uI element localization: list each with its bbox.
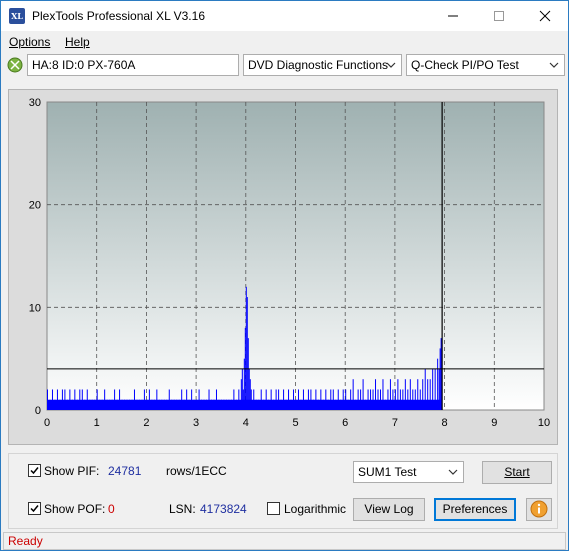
baseline-bar xyxy=(47,399,443,410)
x-tick-label: 7 xyxy=(392,417,398,429)
show-pif-label: Show PIF: xyxy=(44,464,100,478)
x-tick-label: 9 xyxy=(491,417,497,429)
data-bar xyxy=(440,338,442,410)
controls-panel: Show PIF: 24781 rows/1ECC SUM1 Test Star… xyxy=(8,453,558,529)
minimize-button[interactable] xyxy=(430,1,476,31)
maximize-button[interactable] xyxy=(476,1,522,31)
pif-unit: rows/1ECC xyxy=(166,464,227,478)
y-tick-label: 20 xyxy=(29,200,41,212)
pof-value: 0 xyxy=(108,502,115,516)
chart-panel: 0 1 2 3 4 5 6 7 8 9 10 0 10 20 30 xyxy=(8,89,558,445)
menu-help-label: Help xyxy=(65,35,90,49)
lsn-value: 4173824 xyxy=(200,502,247,516)
window-title: PlexTools Professional XL V3.16 xyxy=(32,9,205,23)
pi-po-chart: 0 1 2 3 4 5 6 7 8 9 10 0 10 20 30 xyxy=(29,97,550,429)
x-tick-label: 0 xyxy=(44,417,50,429)
preferences-button[interactable]: Preferences xyxy=(434,498,516,521)
menu-bar: Options Help xyxy=(1,32,568,52)
function-select[interactable]: DVD Diagnostic Functions xyxy=(243,54,402,76)
function-select-value: DVD Diagnostic Functions xyxy=(248,58,389,72)
logarithmic-checkbox[interactable] xyxy=(267,502,280,515)
y-tick-label: 30 xyxy=(29,97,41,109)
data-bar xyxy=(245,286,247,410)
show-pof-label: Show POF: xyxy=(44,502,106,516)
data-bar xyxy=(246,297,248,410)
pif-value: 24781 xyxy=(108,464,142,478)
view-log-button-label: View Log xyxy=(364,502,414,516)
sum-test-select-value: SUM1 Test xyxy=(358,465,417,479)
x-tick-label: 5 xyxy=(292,417,298,429)
x-tick-label: 8 xyxy=(442,417,448,429)
app-window: XL PlexTools Professional XL V3.16 Optio… xyxy=(0,0,569,551)
test-select-value: Q-Check PI/PO Test xyxy=(411,58,519,72)
start-button[interactable]: Start xyxy=(482,461,552,484)
info-button[interactable] xyxy=(526,498,552,521)
info-icon xyxy=(530,500,548,518)
lsn-label: LSN: xyxy=(169,502,196,516)
menu-options[interactable]: Options xyxy=(9,35,50,49)
data-bar xyxy=(247,338,249,410)
chevron-down-icon xyxy=(549,62,559,68)
y-tick-label: 0 xyxy=(35,405,41,417)
preferences-button-label: Preferences xyxy=(442,502,508,516)
menu-help[interactable]: Help xyxy=(65,35,90,49)
status-text: Ready xyxy=(8,534,43,548)
checkmark-icon xyxy=(30,505,39,513)
test-select[interactable]: Q-Check PI/PO Test xyxy=(406,54,565,76)
drive-select[interactable]: HA:8 ID:0 PX-760A xyxy=(27,54,239,76)
x-tick-label: 6 xyxy=(342,417,348,429)
x-tick-label: 10 xyxy=(538,417,550,429)
toolbar: HA:8 ID:0 PX-760A DVD Diagnostic Functio… xyxy=(1,54,568,80)
x-tick-label: 3 xyxy=(193,417,199,429)
app-logo-icon: XL xyxy=(9,8,25,24)
checkmark-icon xyxy=(30,467,39,475)
maximize-icon xyxy=(494,11,504,21)
sum-test-select[interactable]: SUM1 Test xyxy=(353,461,464,483)
start-button-label: Start xyxy=(504,465,530,479)
x-tick-label: 1 xyxy=(94,417,100,429)
x-tick-label: 2 xyxy=(143,417,149,429)
logarithmic-label: Logarithmic xyxy=(284,502,347,516)
title-bar: XL PlexTools Professional XL V3.16 xyxy=(1,1,568,31)
menu-options-label: Options xyxy=(9,35,51,49)
minimize-icon xyxy=(448,15,458,17)
chevron-down-icon xyxy=(448,469,458,475)
x-tick-label: 4 xyxy=(243,417,249,429)
show-pof-checkbox[interactable] xyxy=(28,502,41,515)
y-tick-label: 10 xyxy=(29,302,41,314)
close-button[interactable] xyxy=(522,1,568,31)
view-log-button[interactable]: View Log xyxy=(353,498,425,521)
drive-select-value: HA:8 ID:0 PX-760A xyxy=(32,58,136,72)
drive-status-icon xyxy=(7,57,23,73)
show-pif-checkbox[interactable] xyxy=(28,464,41,477)
chevron-down-icon xyxy=(386,62,396,68)
status-bar: Ready xyxy=(3,532,566,550)
close-icon xyxy=(539,10,551,22)
